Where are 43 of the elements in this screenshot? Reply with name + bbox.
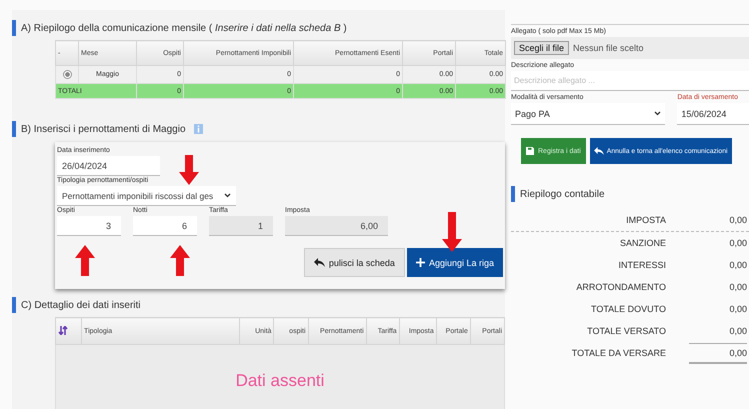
summary-label: INTERESSI (618, 260, 666, 270)
choose-file-button[interactable]: Scegli il file (514, 41, 570, 55)
summary-value: 0,00 (728, 260, 747, 270)
empty-message: Dati assenti (236, 371, 324, 390)
summary-value: 0,00 (728, 304, 747, 314)
down-arrow-icon (442, 212, 462, 252)
section-title: Riepilogo contabile (520, 188, 605, 200)
section-title: C) Dettaglio dei dati inseriti (21, 300, 140, 310)
summary-label: IMPOSTA (626, 215, 666, 225)
date-field[interactable]: 26/04/2024 (57, 156, 160, 176)
reset-button[interactable]: pulisci la scheda (304, 248, 405, 277)
section-title: A) Riepilogo della comunicazione mensile ( Inserire i dati nella scheda B ) (21, 22, 347, 34)
info-icon[interactable] (194, 124, 203, 134)
up-arrow-icon (170, 245, 190, 276)
summary-label: SANZIONE (620, 238, 666, 248)
add-row-button[interactable]: Aggiungi La riga (406, 248, 503, 277)
section-title: B) Inserisci i pernottamenti di Maggio (21, 124, 186, 134)
number-field[interactable]: 6 (133, 216, 197, 236)
summary-value: 0,00 (728, 282, 747, 292)
chevron-icon (654, 111, 662, 116)
summary-label: TOTALE DA VERSARE (572, 348, 666, 358)
down-arrow-icon (179, 155, 199, 185)
chevron-icon (224, 193, 231, 198)
summary-label: TOTALE VERSATO (587, 326, 666, 336)
up-arrow-icon (75, 245, 95, 276)
reply-icon (594, 147, 604, 155)
payment-mode-select[interactable]: Pago PA (511, 103, 666, 125)
summary-value: 0,00 (728, 238, 747, 248)
plus-icon (416, 258, 425, 267)
type-select[interactable]: Pernottamenti imponibili riscossi dal ges (57, 186, 236, 206)
radio-button[interactable] (62, 70, 72, 79)
summary-value: 0,00 (728, 326, 747, 336)
file-status: Nessun file scelto (573, 43, 644, 53)
payment-date-field[interactable]: 15/06/2024 (677, 103, 749, 125)
reply-icon (314, 258, 325, 267)
summary-value: 0,00 (689, 342, 747, 364)
description-field[interactable]: Descrizione allegato ... (511, 71, 749, 91)
summary-value: 0,00 (728, 215, 747, 225)
sort-icon[interactable] (58, 326, 68, 334)
file-picker[interactable]: Scegli il file Nessun file scelto (511, 37, 749, 59)
summary-label: TOTALE DOVUTO (590, 304, 666, 314)
summary-label: ARROTONDAMENTO (576, 282, 666, 292)
number-field[interactable]: 3 (57, 216, 121, 236)
